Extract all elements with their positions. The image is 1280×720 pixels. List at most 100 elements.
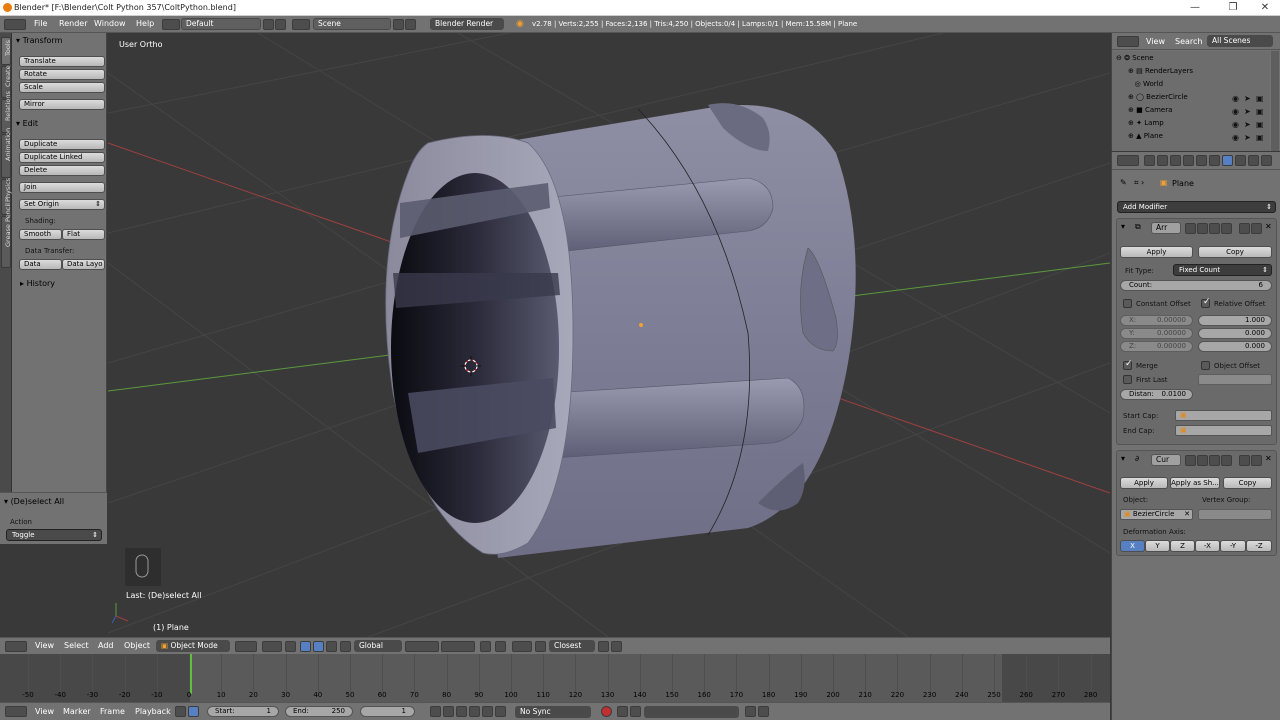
action-select[interactable]: Toggle ⇕ (6, 529, 102, 541)
render-engine-select[interactable]: Blender Render (430, 18, 504, 30)
object-offset-checkbox[interactable] (1201, 361, 1210, 370)
relative-offset-checkbox[interactable] (1201, 297, 1211, 308)
constant-offset-checkbox[interactable] (1123, 299, 1132, 308)
tree-item-scene[interactable]: ⊖ ❂ Scene (1116, 52, 1274, 65)
visibility-eye-icon[interactable]: ◉ (1232, 94, 1239, 103)
screen-layout-field[interactable]: Default (181, 18, 261, 30)
collapse-arrow-icon[interactable]: ▾ (1121, 454, 1125, 463)
realtime-display-icon[interactable] (1197, 223, 1208, 234)
keying-set-icon[interactable] (630, 706, 641, 717)
play-reverse-icon[interactable] (456, 706, 467, 717)
editor-type-icon[interactable] (5, 641, 27, 652)
fit-type-select[interactable]: Fixed Count ⇕ (1173, 264, 1272, 276)
object-tab-icon[interactable] (1196, 155, 1207, 166)
jump-key-forward-icon[interactable] (482, 706, 493, 717)
keying-icon[interactable] (617, 706, 628, 717)
smooth-button[interactable]: Smooth (19, 229, 62, 240)
axis-neg-z-button[interactable]: -Z (1246, 540, 1272, 552)
tab-animation[interactable]: Animation (1, 128, 12, 178)
jump-key-back-icon[interactable] (443, 706, 454, 717)
visibility-eye-icon[interactable]: ◉ (1232, 133, 1239, 142)
remove-modifier-icon[interactable]: ✕ (1265, 454, 1272, 463)
data-layout-button[interactable]: Data Layo (62, 259, 105, 270)
insert-keyframe-icon[interactable] (745, 706, 756, 717)
add-scene-icon[interactable] (393, 19, 404, 30)
duplicate-linked-button[interactable]: Duplicate Linked (19, 152, 105, 163)
menu-view[interactable]: View (35, 641, 54, 650)
data-tab-icon[interactable] (1235, 155, 1246, 166)
menu-render[interactable]: Render (59, 16, 87, 32)
apply-as-shape-button[interactable]: Apply as Sh... (1170, 477, 1220, 489)
modifier-name-field[interactable]: Cur (1151, 454, 1181, 466)
first-last-checkbox[interactable] (1123, 375, 1132, 384)
scale-manipulator-icon[interactable] (326, 641, 337, 652)
tree-item-world[interactable]: ◎ World (1128, 78, 1280, 91)
opengl-render-anim-icon[interactable] (611, 641, 622, 652)
pivot-point-icon[interactable] (262, 641, 282, 652)
move-down-icon[interactable] (1251, 223, 1262, 234)
menu-help[interactable]: Help (136, 16, 154, 32)
menu-search[interactable]: Search (1175, 37, 1202, 46)
visibility-eye-icon[interactable]: ◉ (1232, 120, 1239, 129)
remove-modifier-icon[interactable]: ✕ (1265, 222, 1272, 231)
operator-panel-header[interactable]: ▾ (De)select All (4, 497, 64, 506)
clear-icon[interactable]: ✕ (1184, 510, 1190, 519)
edit-panel-header[interactable]: ▾ Edit (16, 119, 38, 128)
realtime-display-icon[interactable] (1197, 455, 1208, 466)
start-cap-field[interactable]: ▣ (1175, 410, 1272, 421)
jump-start-icon[interactable] (430, 706, 441, 717)
layers-block-1[interactable] (405, 641, 439, 652)
menu-file[interactable]: File (34, 16, 47, 32)
menu-playback[interactable]: Playback (135, 707, 171, 716)
snap-target-select[interactable]: Closest (549, 640, 595, 652)
relative-y-field[interactable]: 0.000 (1198, 328, 1272, 339)
world-tab-icon[interactable] (1183, 155, 1194, 166)
jump-end-icon[interactable] (495, 706, 506, 717)
data-button[interactable]: Data (19, 259, 62, 270)
render-toggle-icon[interactable] (1209, 223, 1220, 234)
lock-icon[interactable] (175, 706, 186, 717)
menu-view[interactable]: View (35, 707, 54, 716)
visibility-eye-icon[interactable]: ◉ (1232, 107, 1239, 116)
menu-view[interactable]: View (1146, 37, 1165, 46)
viewport-shading-icon[interactable] (235, 641, 257, 652)
render-camera-icon[interactable]: ▣ (1256, 94, 1264, 103)
translate-manipulator-icon[interactable] (300, 641, 311, 652)
remove-layout-icon[interactable] (275, 19, 286, 30)
cage-icon[interactable] (1221, 455, 1232, 466)
axis-neg-x-button[interactable]: -X (1195, 540, 1220, 552)
outliner-scrollbar[interactable] (1271, 51, 1279, 151)
render-camera-icon[interactable]: ▣ (1256, 120, 1264, 129)
render-toggle-icon[interactable] (1209, 455, 1220, 466)
3d-viewport[interactable]: User Ortho Last: (De)select All (1) Plan… (108, 33, 1110, 637)
layer-lock-icon[interactable] (480, 641, 491, 652)
move-up-icon[interactable] (1239, 455, 1250, 466)
minimize-button[interactable]: — (1180, 0, 1210, 15)
editor-type-icon[interactable] (4, 19, 26, 30)
manipulator-toggle-icon[interactable] (285, 641, 296, 652)
rotate-manipulator-icon[interactable] (313, 641, 324, 652)
add-modifier-menu[interactable]: Add Modifier ⇕ (1117, 201, 1276, 213)
timeline-area[interactable]: -50 -40 -30 -20 -10 0 10 20 30 40 50 60 70 80 90 100 110… (0, 654, 1110, 702)
orientation-select[interactable]: Global (354, 640, 402, 652)
flat-button[interactable]: Flat (62, 229, 105, 240)
record-icon[interactable] (601, 706, 612, 717)
material-tab-icon[interactable] (1248, 155, 1259, 166)
scene-icon[interactable] (292, 19, 310, 30)
move-up-icon[interactable] (1239, 223, 1250, 234)
edit-mode-icon[interactable] (1185, 455, 1196, 466)
texture-tab-icon[interactable] (1261, 155, 1272, 166)
mode-select[interactable]: ▣ Object Mode (156, 640, 230, 652)
apply-button[interactable]: Apply (1120, 477, 1168, 489)
tab-tools[interactable]: Tools (1, 37, 12, 65)
copy-button[interactable]: Copy (1223, 477, 1272, 489)
layers-block-2[interactable] (441, 641, 475, 652)
copy-button[interactable]: Copy (1198, 246, 1272, 258)
constant-z-field[interactable]: Z: 0.00000 (1120, 341, 1193, 352)
display-mode-select[interactable]: All Scenes (1207, 35, 1273, 47)
translate-button[interactable]: Translate (19, 56, 105, 67)
editor-type-icon[interactable] (1117, 155, 1139, 166)
select-arrow-icon[interactable]: ➤ (1244, 133, 1251, 142)
constraints-tab-icon[interactable] (1209, 155, 1220, 166)
add-layout-icon[interactable] (263, 19, 274, 30)
